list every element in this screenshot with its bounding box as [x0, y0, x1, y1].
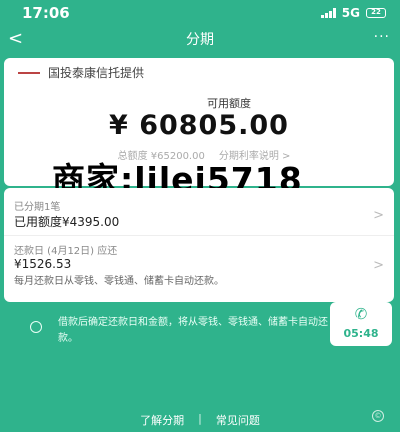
call-duration: 05:48	[343, 327, 379, 340]
used-credit: 已用额度¥4395.00	[14, 215, 120, 229]
phone-icon: ✆	[354, 305, 368, 323]
installment-used-row[interactable]: 已分期1笔 已用额度¥4395.00 >	[4, 196, 394, 236]
shield-icon	[30, 321, 42, 333]
back-icon[interactable]: <	[8, 26, 23, 52]
status-bar: 17:06 5G 22	[0, 0, 400, 26]
page-title: 分期	[186, 32, 214, 48]
repayment-notice: 借款后确定还款日和金额，将从零钱、零钱通、储蓄卡自动还款。	[58, 317, 328, 344]
footer-separator: |	[198, 412, 202, 425]
installment-panel: 已分期1笔 已用额度¥4395.00 > 还款日 (4月12日) 应还 ¥152…	[4, 188, 394, 302]
battery-icon: 22	[366, 8, 386, 18]
provider-row: 国投泰康信托提供	[18, 64, 144, 81]
due-date-label: 还款日 (4月12日) 应还	[14, 246, 118, 257]
battery-level: 22	[371, 8, 381, 16]
installment-count: 已分期1笔	[14, 202, 61, 213]
status-indicators: 5G 22	[320, 6, 386, 20]
copyright-icon: ©	[372, 410, 384, 422]
due-amount: ¥1526.53	[14, 257, 72, 271]
floating-call-widget[interactable]: ✆ 05:48	[330, 302, 392, 346]
provider-label: 国投泰康信托提供	[48, 66, 145, 80]
available-label: 可用额度	[207, 97, 251, 110]
available-amount: ¥ 60805.00	[109, 110, 289, 141]
repayment-row[interactable]: 还款日 (4月12日) 应还 ¥1526.53 每月还款日从零钱、零钱通、储蓄卡…	[4, 242, 394, 292]
learn-installment-link[interactable]: 了解分期	[140, 412, 184, 428]
faq-link[interactable]: 常见问题	[216, 412, 260, 428]
footer-links: 了解分期 | 常见问题	[0, 412, 400, 428]
signal-icon	[320, 8, 336, 18]
chevron-right-icon: >	[373, 208, 384, 223]
provider-logo-icon	[18, 71, 40, 74]
more-icon[interactable]: ···	[374, 26, 390, 48]
status-time: 17:06	[22, 4, 70, 22]
nav-bar: < 分期 ···	[0, 26, 400, 52]
auto-repay-note: 每月还款日从零钱、零钱通、储蓄卡自动还款。	[14, 276, 224, 287]
network-type: 5G	[341, 6, 360, 20]
chevron-right-icon: >	[373, 258, 384, 273]
